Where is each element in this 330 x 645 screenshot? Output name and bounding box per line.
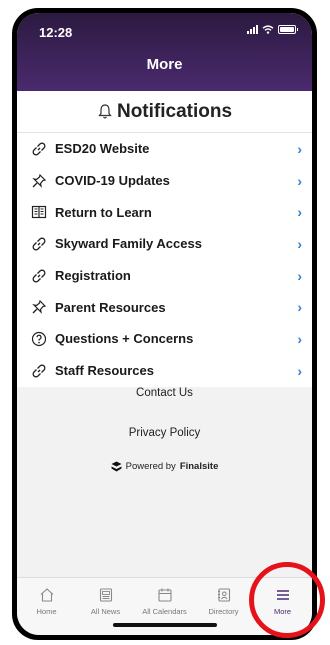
status-icons	[247, 25, 298, 34]
powered-by-finalsite[interactable]: Powered by Finalsite	[17, 461, 312, 472]
menu-item-parent-resources[interactable]: Parent Resources ›	[17, 291, 312, 323]
menu-item-skyward-family-access[interactable]: Skyward Family Access ›	[17, 228, 312, 260]
home-indicator[interactable]	[112, 623, 217, 627]
menu-item-label: Questions + Concerns	[55, 331, 194, 347]
menu-list: ESD20 Website › COVID-19 Updates › Retur…	[17, 133, 312, 387]
pin-icon	[29, 297, 49, 317]
link-icon	[29, 266, 49, 286]
menu-item-esd20-website[interactable]: ESD20 Website ›	[17, 133, 312, 165]
chevron-right-icon: ›	[297, 204, 302, 221]
menu-item-label: COVID-19 Updates	[55, 173, 170, 189]
menu-item-label: ESD20 Website	[55, 141, 150, 157]
book-icon	[29, 202, 49, 222]
menu-item-label: Return to Learn	[55, 204, 152, 220]
bell-icon	[98, 104, 112, 119]
menu-item-label: Staff Resources	[55, 363, 154, 379]
link-icon	[29, 234, 49, 254]
menu-item-registration[interactable]: Registration ›	[17, 260, 312, 292]
chevron-right-icon: ›	[297, 172, 302, 189]
wifi-icon	[262, 25, 274, 34]
menu-item-label: Skyward Family Access	[55, 236, 202, 252]
tab-label: All News	[90, 607, 121, 616]
tab-home[interactable]: Home	[17, 578, 76, 635]
contact-us-link[interactable]: Contact Us	[17, 387, 312, 399]
link-icon	[29, 361, 49, 381]
calendar-icon	[157, 588, 172, 602]
chevron-right-icon: ›	[297, 330, 302, 347]
highlight-circle	[249, 562, 325, 638]
notifications-button[interactable]: Notifications	[17, 91, 312, 133]
status-time: 12:28	[39, 25, 73, 40]
pin-icon	[29, 171, 49, 191]
privacy-policy-link[interactable]: Privacy Policy	[17, 427, 312, 439]
battery-icon	[278, 25, 298, 34]
notifications-label: Notifications	[116, 100, 233, 122]
finalsite-brand: Finalsite	[179, 461, 219, 472]
chevron-right-icon: ›	[297, 299, 302, 316]
tab-label: Directory	[208, 607, 239, 616]
page-title: More	[146, 56, 183, 73]
header-bar: 12:28 More	[17, 13, 312, 91]
menu-item-covid-updates[interactable]: COVID-19 Updates ›	[17, 165, 312, 197]
signal-icon	[247, 25, 258, 34]
news-icon	[99, 588, 112, 602]
chevron-right-icon: ›	[297, 140, 302, 157]
finalsite-logo-icon	[111, 461, 122, 472]
menu-item-return-to-learn[interactable]: Return to Learn ›	[17, 196, 312, 228]
menu-item-questions-concerns[interactable]: Questions + Concerns ›	[17, 323, 312, 355]
menu-item-staff-resources[interactable]: Staff Resources ›	[17, 355, 312, 387]
tab-label: Home	[36, 607, 57, 616]
screen: 12:28 More Notifications ESD20 Website ›…	[17, 13, 312, 635]
chevron-right-icon: ›	[297, 235, 302, 252]
menu-item-label: Registration	[55, 268, 131, 284]
question-icon	[29, 329, 49, 349]
powered-by-label: Powered by	[125, 461, 176, 472]
link-icon	[29, 139, 49, 159]
home-icon	[40, 588, 53, 602]
chevron-right-icon: ›	[297, 362, 302, 379]
directory-icon	[217, 588, 230, 602]
tab-label: All Calendars	[142, 607, 187, 616]
menu-item-label: Parent Resources	[55, 299, 166, 315]
phone-frame: 12:28 More Notifications ESD20 Website ›…	[12, 8, 317, 640]
chevron-right-icon: ›	[297, 267, 302, 284]
